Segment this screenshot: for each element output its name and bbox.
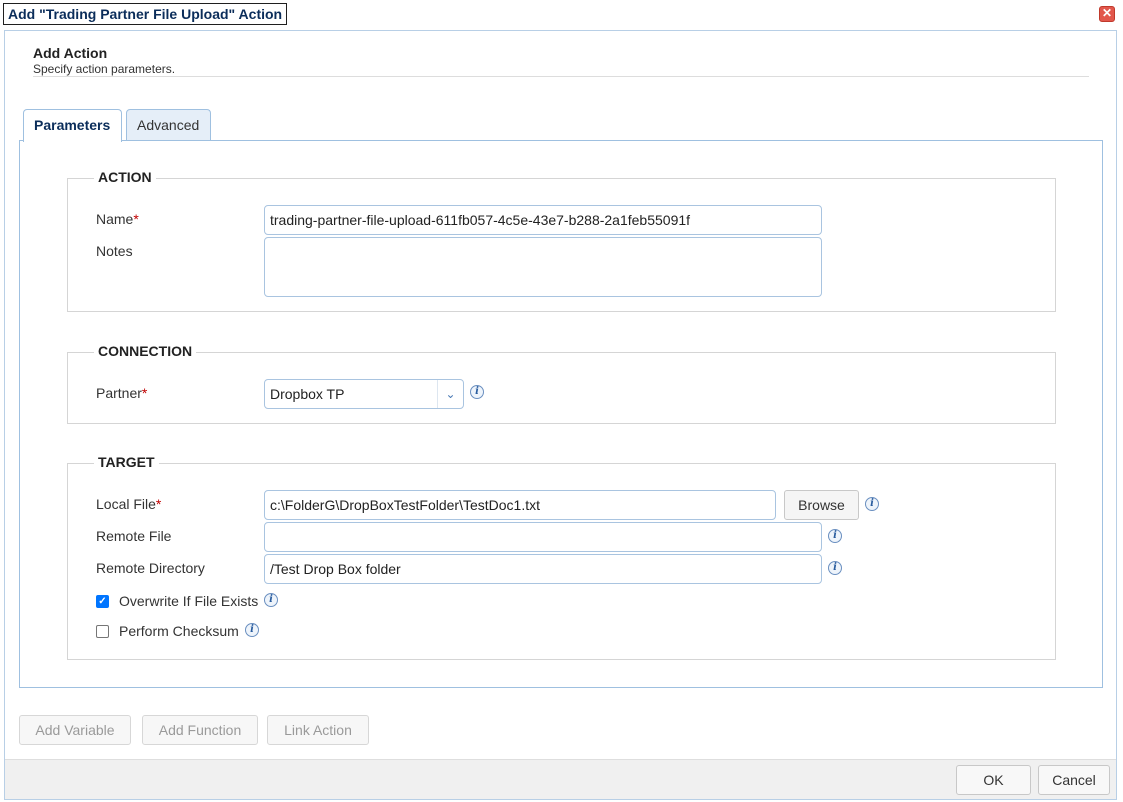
close-icon: ✕ (1101, 6, 1113, 20)
partner-select[interactable]: Dropbox TP ⌄ (264, 379, 464, 409)
remote-directory-input[interactable]: /Test Drop Box folder (264, 554, 822, 584)
remote-file-input[interactable] (264, 522, 822, 552)
required-marker: * (133, 211, 139, 227)
info-icon[interactable]: i (828, 529, 842, 543)
checksum-checkbox[interactable] (96, 625, 109, 638)
connection-legend: CONNECTION (94, 343, 197, 359)
notes-textarea[interactable] (264, 237, 822, 297)
info-icon[interactable]: i (264, 593, 278, 607)
name-input[interactable]: trading-partner-file-upload-611fb057-4c5… (264, 205, 822, 235)
chevron-down-icon: ⌄ (437, 380, 463, 408)
partner-select-value: Dropbox TP (270, 386, 345, 402)
remote-file-label: Remote File (96, 528, 172, 544)
required-marker: * (141, 385, 148, 401)
tab-parameters[interactable]: Parameters (23, 109, 122, 142)
info-icon[interactable]: i (470, 385, 484, 399)
dialog-footer: OK Cancel (5, 759, 1116, 799)
overwrite-label[interactable]: Overwrite If File Exists (119, 593, 258, 609)
info-icon[interactable]: i (828, 561, 842, 575)
check-icon: ✓ (98, 596, 107, 607)
notes-label: Notes (96, 243, 133, 259)
add-function-button[interactable]: Add Function (142, 715, 258, 745)
partner-label: Partner* (96, 385, 148, 401)
local-file-input[interactable]: c:\FolderG\DropBoxTestFolder\TestDoc1.tx… (264, 490, 776, 520)
local-file-label: Local File* (96, 496, 162, 512)
action-section: ACTION Name* trading-partner-file-upload… (67, 169, 1056, 312)
tab-advanced[interactable]: Advanced (126, 109, 211, 141)
add-variable-button[interactable]: Add Variable (19, 715, 131, 745)
dialog-title: Add "Trading Partner File Upload" Action (3, 3, 288, 25)
overwrite-checkbox[interactable]: ✓ (96, 595, 109, 608)
browse-button[interactable]: Browse (784, 490, 859, 520)
header-title: Add Action (33, 45, 108, 61)
ok-button[interactable]: OK (956, 765, 1031, 795)
tab-panel-parameters: ACTION Name* trading-partner-file-upload… (19, 140, 1103, 688)
info-icon[interactable]: i (245, 623, 259, 637)
cancel-button[interactable]: Cancel (1038, 765, 1110, 795)
header-subtitle: Specify action parameters. (33, 62, 176, 76)
action-legend: ACTION (94, 169, 156, 185)
required-marker: * (155, 496, 162, 512)
dialog-body: Add Action Specify action parameters. Pa… (4, 30, 1117, 800)
link-action-button[interactable]: Link Action (267, 715, 369, 745)
target-section: TARGET Local File* c:\FolderG\DropBoxTes… (67, 454, 1056, 660)
target-legend: TARGET (94, 454, 159, 470)
checksum-label[interactable]: Perform Checksum (119, 623, 239, 639)
remote-directory-label: Remote Directory (96, 560, 205, 576)
info-icon[interactable]: i (865, 497, 879, 511)
header-divider (33, 76, 1089, 77)
close-button[interactable]: ✕ (1099, 6, 1115, 22)
name-label: Name* (96, 211, 139, 227)
connection-section: CONNECTION Partner* Dropbox TP ⌄ i (67, 343, 1056, 424)
